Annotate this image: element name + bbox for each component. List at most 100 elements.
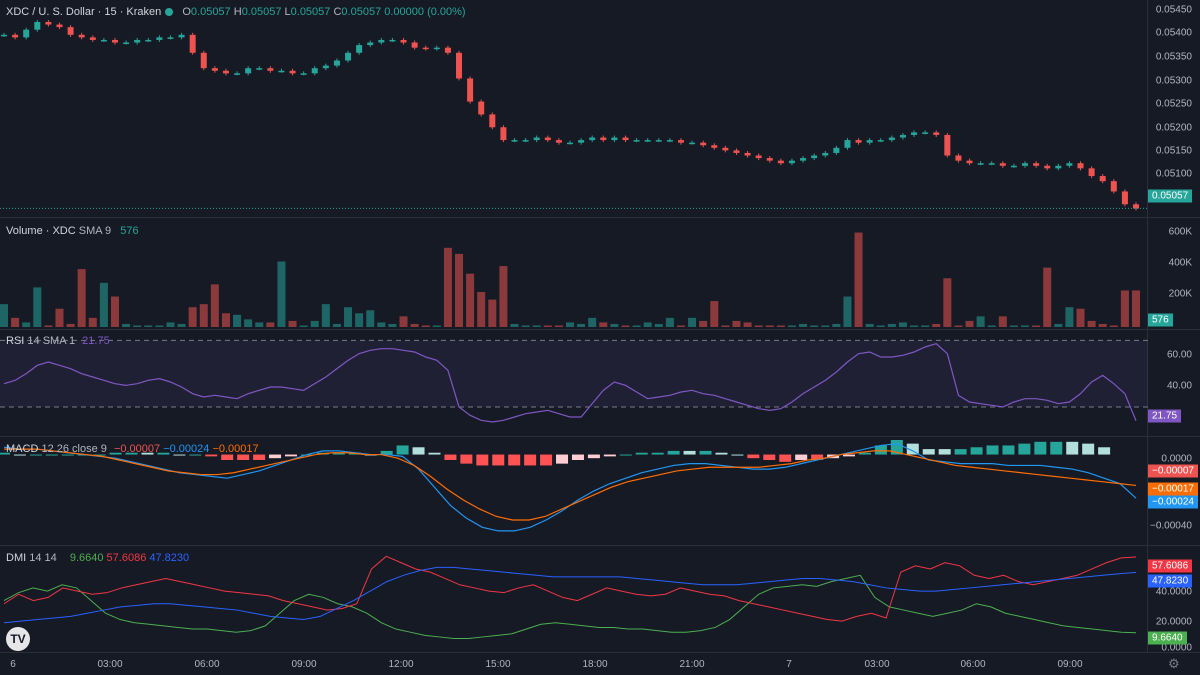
volume-bar — [554, 325, 563, 327]
macd-histogram-bar — [1018, 443, 1031, 455]
volume-bar — [277, 261, 286, 327]
symbol-legend[interactable]: XDC / U. S. Dollar · 15 · Kraken O0.0505… — [6, 6, 466, 18]
change-value: 0.00000 (0.00%) — [384, 6, 466, 18]
candle — [78, 34, 85, 38]
candle — [89, 37, 96, 40]
volume-bar — [665, 317, 674, 327]
macd-histogram-bar — [699, 450, 712, 455]
gear-icon[interactable]: ⚙ — [1168, 656, 1180, 672]
macd-legend-macd: −0.00024 — [163, 443, 210, 455]
candle — [544, 137, 551, 141]
volume-bar — [421, 325, 430, 327]
macd-histogram-bar — [938, 449, 951, 455]
candle — [977, 163, 984, 165]
candle — [200, 52, 207, 69]
volume-bar — [976, 316, 985, 327]
macd-histogram-bar — [412, 447, 425, 455]
volume-bar — [610, 323, 619, 327]
tradingview-logo[interactable]: TV — [6, 627, 30, 651]
volume-bar — [299, 325, 308, 327]
price-axis[interactable]: 0.05450 0.05400 0.05350 0.05300 0.05250 … — [1148, 0, 1200, 217]
candle — [1133, 204, 1139, 209]
dmi-legend[interactable]: DMI 14 14 9.6640 57.6086 47.8230 — [6, 552, 189, 564]
volume-bar — [133, 325, 142, 327]
volume-bar — [88, 317, 97, 327]
dmi-legend-label: DMI — [6, 552, 27, 564]
price-tick: 0.05350 — [1155, 51, 1192, 63]
candle — [489, 114, 496, 128]
candle — [1, 34, 7, 37]
candle — [356, 45, 363, 53]
volume-bar — [332, 323, 341, 327]
candle — [100, 39, 107, 42]
volume-bar — [310, 320, 319, 327]
rsi-legend-value: 21.75 — [82, 335, 110, 347]
volume-axis[interactable]: 600K 400K 200K — [1148, 218, 1200, 329]
macd-histogram-bar — [779, 454, 792, 462]
candle — [888, 137, 895, 141]
volume-bar — [266, 322, 275, 327]
rsi-legend[interactable]: RSI 14 SMA 1 21.75 — [6, 335, 110, 347]
macd-line — [3, 443, 1137, 532]
volume-bar — [155, 325, 164, 327]
macd-histogram-bar — [587, 454, 600, 459]
macd-legend[interactable]: MACD 12 26 close 9 −0.00007 −0.00024 −0.… — [6, 443, 259, 455]
candle — [422, 47, 429, 50]
candle — [899, 134, 906, 138]
price-tick: 0.05400 — [1155, 27, 1192, 39]
volume-badge: 576 — [1148, 313, 1173, 327]
volume-bar — [443, 247, 452, 327]
candle — [367, 42, 374, 46]
volume-bar — [1065, 307, 1074, 327]
macd-line-badge: −0.00024 — [1148, 495, 1198, 509]
macd-histogram-bar — [1082, 443, 1095, 455]
volume-bar — [765, 325, 774, 327]
candle — [1099, 176, 1106, 182]
volume-legend-value: 576 — [120, 225, 139, 237]
candle — [256, 68, 263, 70]
candle — [644, 140, 651, 142]
candle — [245, 68, 252, 74]
volume-bar — [965, 320, 974, 327]
volume-bar — [987, 325, 996, 327]
volume-bar — [621, 325, 630, 327]
candle — [1055, 165, 1062, 169]
volume-bar — [1109, 325, 1118, 327]
macd-histogram-bar — [763, 454, 776, 460]
volume-bar — [233, 314, 242, 327]
volume-bar — [110, 296, 119, 327]
time-tick: 18:00 — [582, 659, 608, 670]
volume-legend[interactable]: Volume · XDC SMA 9 576 — [6, 225, 139, 237]
macd-histogram-bar — [508, 454, 521, 466]
volume-bar — [910, 325, 919, 327]
volume-bar — [843, 296, 852, 327]
volume-bar — [998, 316, 1007, 327]
macd-histogram-bar — [524, 454, 537, 466]
candle — [222, 70, 229, 74]
volume-bar — [122, 323, 131, 327]
candle — [23, 29, 30, 38]
candle — [111, 39, 118, 43]
candle — [766, 158, 773, 161]
time-tick: 09:00 — [1057, 659, 1083, 670]
rsi-band — [0, 340, 1148, 407]
volume-bar — [876, 325, 885, 327]
volume-bar — [33, 287, 42, 327]
candle — [67, 27, 74, 35]
volume-bar — [177, 323, 186, 327]
volume-bar — [288, 320, 297, 327]
volume-bar — [355, 313, 364, 327]
time-tick: 03:00 — [97, 659, 123, 670]
volume-bar — [832, 323, 841, 327]
candle — [988, 163, 995, 165]
macd-histogram-bar — [635, 452, 648, 455]
dmi-plus-line — [3, 574, 1137, 640]
volume-bar — [477, 291, 486, 327]
candle — [811, 155, 818, 159]
candle — [777, 160, 784, 164]
volume-bar — [521, 325, 530, 327]
volume-bar — [344, 307, 353, 327]
macd-histogram-bar — [986, 445, 999, 455]
volume-bar — [710, 301, 719, 327]
volume-bar — [787, 325, 796, 327]
